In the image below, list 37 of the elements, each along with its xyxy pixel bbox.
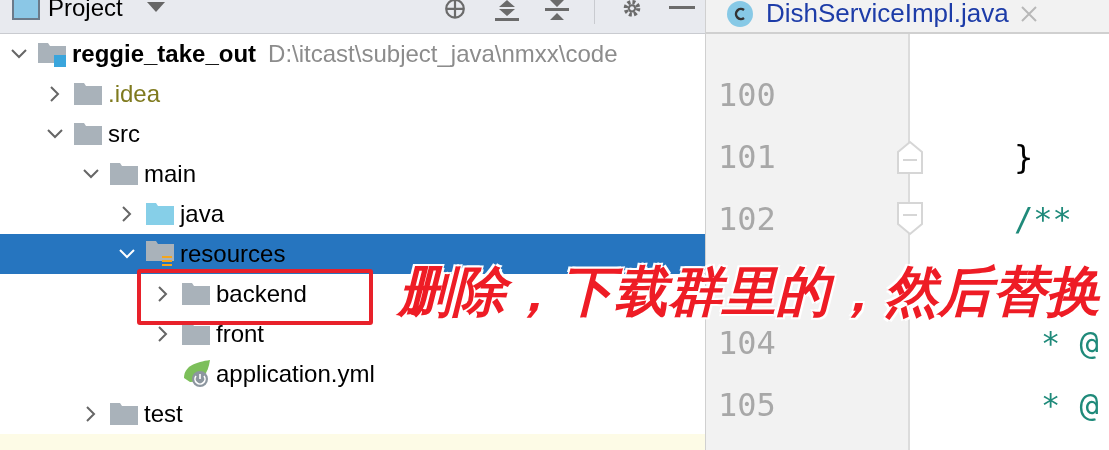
tree-row[interactable]: test — [0, 394, 191, 434]
folder-icon — [74, 123, 102, 145]
expand-all-icon[interactable] — [494, 0, 520, 22]
module-folder-icon — [38, 41, 68, 67]
fold-marker-icon[interactable] — [897, 202, 923, 236]
tree-row[interactable]: front — [0, 314, 273, 354]
tree-row[interactable]: java — [0, 194, 233, 234]
project-path: D:\itcast\subject_java\nmxx\code — [268, 39, 618, 69]
class-icon — [726, 0, 754, 28]
line-number: 102 — [717, 199, 777, 240]
line-number: 100 — [717, 75, 777, 116]
folder-icon — [146, 203, 174, 225]
line-number: 104 — [717, 323, 777, 364]
code-line: * @ — [1040, 385, 1099, 426]
folder-icon — [182, 283, 210, 305]
dropdown-icon[interactable] — [146, 2, 165, 14]
folder-icon — [110, 163, 138, 185]
line-number: 105 — [717, 385, 777, 426]
editor-tab[interactable]: DishServiceImpl.java — [726, 0, 1037, 32]
line-number: 101 — [717, 137, 777, 178]
collapse-all-icon[interactable] — [544, 0, 570, 22]
tree-row[interactable]: src — [0, 114, 148, 154]
folder-icon — [74, 83, 102, 105]
code-line: /** — [1013, 199, 1072, 240]
folder-icon — [182, 323, 210, 345]
folder-icon — [110, 403, 138, 425]
code-line: } — [1013, 137, 1034, 178]
tree-row[interactable]: .idea — [0, 74, 169, 114]
tree-row[interactable]: reggie_take_out D:\itcast\subject_java\nmxx\code — [0, 34, 626, 74]
tree-row[interactable]: application.yml — [0, 354, 383, 394]
window-icon — [12, 0, 40, 20]
tree-row[interactable]: main — [0, 154, 205, 194]
code-line: * @ — [1040, 323, 1099, 364]
spring-leaf-icon — [182, 360, 212, 388]
fold-marker-icon[interactable] — [897, 140, 923, 174]
resource-folder-icon — [146, 241, 176, 267]
tree-row[interactable]: backend — [0, 274, 315, 314]
